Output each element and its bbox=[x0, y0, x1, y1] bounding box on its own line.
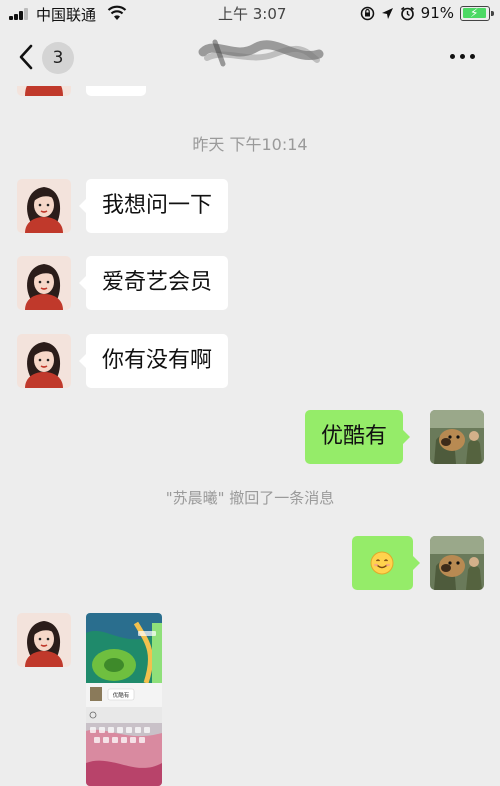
my-avatar[interactable] bbox=[430, 410, 484, 464]
previous-message-bubble bbox=[86, 86, 146, 96]
previous-message-partial bbox=[0, 86, 500, 98]
unread-count: 3 bbox=[52, 48, 64, 68]
carrier-label: 中国联通 bbox=[36, 6, 97, 24]
back-chevron-icon[interactable] bbox=[16, 42, 38, 72]
message-bubble-incoming[interactable]: 我想问一下 bbox=[78, 179, 229, 233]
message-bubble-incoming[interactable]: 你有没有啊 bbox=[78, 334, 229, 388]
more-icon[interactable] bbox=[450, 54, 478, 60]
contact-avatar[interactable] bbox=[17, 179, 71, 233]
contact-avatar bbox=[17, 86, 71, 96]
orientation-lock-icon bbox=[360, 6, 374, 20]
unread-count-badge[interactable]: 3 bbox=[42, 42, 74, 74]
alarm-icon bbox=[400, 6, 414, 20]
nav-bar: 3 bbox=[0, 28, 500, 86]
signal-icon bbox=[9, 8, 33, 20]
wifi-icon bbox=[107, 5, 127, 20]
contact-avatar[interactable] bbox=[17, 334, 71, 388]
image-inner-label: 优酷有 bbox=[113, 691, 130, 699]
image-message-screenshot[interactable]: 优酷有 bbox=[86, 613, 162, 786]
contact-avatar[interactable] bbox=[17, 256, 71, 310]
location-icon bbox=[381, 7, 393, 19]
my-avatar[interactable] bbox=[430, 536, 484, 590]
message-bubble-outgoing[interactable]: 优酷有 bbox=[305, 410, 411, 464]
message-bubble-incoming[interactable]: 爱奇艺会员 bbox=[78, 256, 229, 310]
smile-emoji-icon bbox=[370, 551, 394, 575]
battery-icon: ⚡ bbox=[460, 5, 494, 21]
battery-percent: 91% bbox=[420, 4, 454, 22]
status-time: 上午 3:07 bbox=[218, 5, 287, 23]
recall-notice: "苏晨曦" 撤回了一条消息 bbox=[165, 489, 335, 507]
message-bubble-outgoing-emoji[interactable] bbox=[352, 536, 420, 590]
chat-timestamp: 昨天 下午10:14 bbox=[192, 135, 308, 154]
redacted-chat-title bbox=[198, 39, 324, 67]
contact-avatar[interactable] bbox=[17, 613, 71, 667]
status-bar: 中国联通 上午 3:07 91% ⚡ bbox=[0, 0, 500, 28]
